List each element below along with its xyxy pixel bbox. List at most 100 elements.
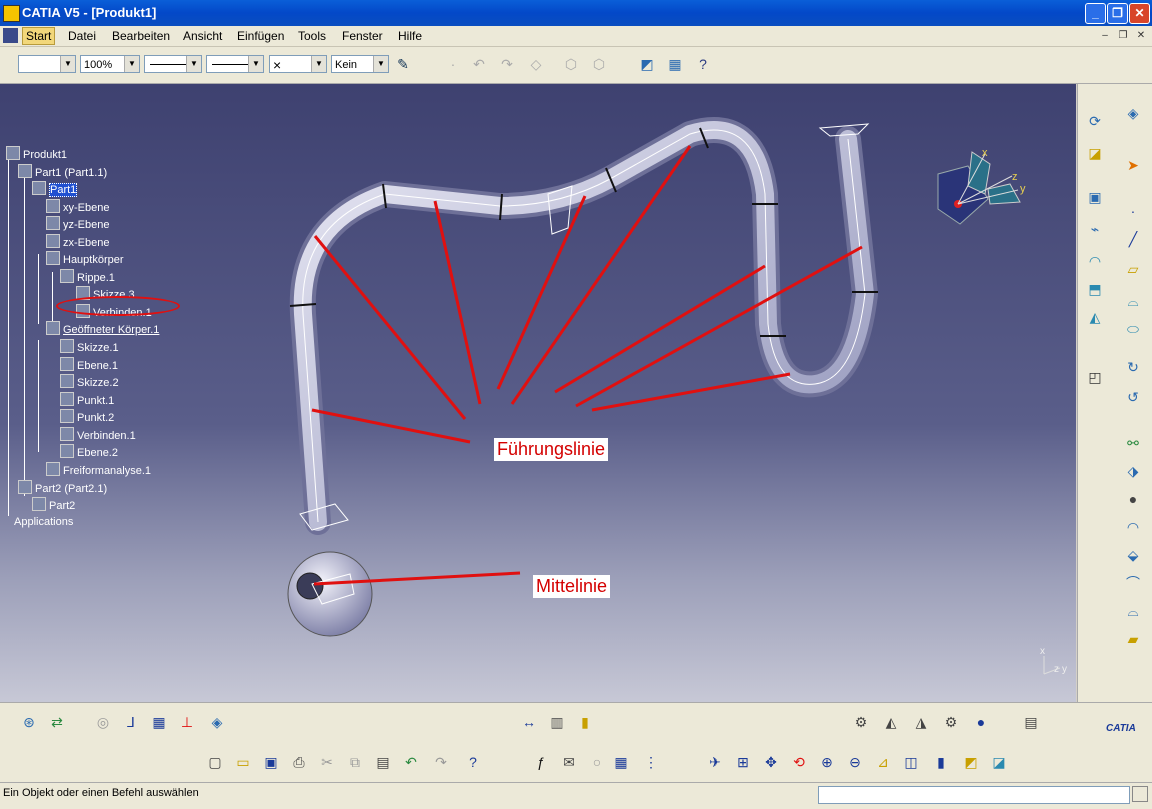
- tree-item-skizze1[interactable]: Skizze.1: [60, 339, 119, 354]
- extrude-icon[interactable]: ⬒: [1086, 280, 1104, 298]
- sphere-icon[interactable]: ●: [1124, 490, 1142, 508]
- rotate-view-icon[interactable]: ⟲: [790, 753, 808, 771]
- table-icon[interactable]: ▦: [612, 753, 630, 771]
- translate-icon[interactable]: ⬙: [1124, 546, 1142, 564]
- tree-toggle-icon[interactable]: ▦: [666, 55, 684, 73]
- cut-tool-icon[interactable]: ⊛: [20, 713, 38, 731]
- update-icon[interactable]: ⇄: [48, 713, 66, 731]
- tree-item-hauptkoerper[interactable]: Hauptkörper: [46, 251, 124, 266]
- line-thickness-combo[interactable]: ▼: [144, 55, 202, 73]
- swap-space-icon[interactable]: ◪: [990, 753, 1008, 771]
- tree-item-part2-instance[interactable]: Part2 (Part2.1): [18, 480, 107, 495]
- tree-item-zx-plane[interactable]: zx-Ebene: [46, 234, 109, 249]
- rotate-icon[interactable]: ⌒: [1124, 574, 1142, 592]
- fly-icon[interactable]: ✈: [706, 753, 724, 771]
- material-icon[interactable]: ◮: [912, 713, 930, 731]
- line-type-combo[interactable]: ▼: [206, 55, 264, 73]
- hide-show-icon[interactable]: ◩: [962, 753, 980, 771]
- transparency-combo[interactable]: 100% ▼: [80, 55, 140, 73]
- menu-tools[interactable]: Tools: [298, 29, 326, 43]
- scaling-icon[interactable]: ▰: [1124, 630, 1142, 648]
- zoom-in-icon[interactable]: ⊕: [818, 753, 836, 771]
- zoom-out-icon[interactable]: ⊖: [846, 753, 864, 771]
- undo-icon[interactable]: ↶: [402, 753, 420, 771]
- fillet-icon[interactable]: ◠: [1124, 518, 1142, 536]
- snap-icon[interactable]: ⊥: [178, 713, 196, 731]
- undo-arc-icon[interactable]: ↶: [470, 55, 488, 73]
- tree-item-ebene1[interactable]: Ebene.1: [60, 357, 118, 372]
- tree-item-skizze2[interactable]: Skizze.2: [60, 374, 119, 389]
- line-tool-icon[interactable]: ╱: [1124, 230, 1142, 248]
- menu-start[interactable]: Start: [22, 27, 56, 45]
- measure-item-icon[interactable]: ▥: [548, 713, 566, 731]
- law-icon[interactable]: ⌁: [1086, 220, 1104, 238]
- tree-item-xy-plane[interactable]: xy-Ebene: [46, 199, 109, 214]
- circle-tool-icon[interactable]: ◠: [1086, 252, 1104, 270]
- tree-item-part2[interactable]: Part2: [32, 497, 75, 512]
- grid-icon[interactable]: ▦: [150, 713, 168, 731]
- point-icon[interactable]: ·: [444, 55, 462, 73]
- repetition-icon[interactable]: ⟳: [1086, 112, 1104, 130]
- axis-system-icon[interactable]: ▣: [1086, 188, 1104, 206]
- sweep-icon[interactable]: ⌓: [1124, 292, 1142, 310]
- command-button[interactable]: [1132, 786, 1148, 802]
- formula-icon[interactable]: ƒ: [532, 753, 550, 771]
- menu-bearbeiten[interactable]: Bearbeiten: [112, 29, 170, 43]
- paste-icon[interactable]: ▤: [374, 753, 392, 771]
- render-icon[interactable]: ⚙: [852, 713, 870, 731]
- sketcher-icon[interactable]: ◪: [1086, 144, 1104, 162]
- tree-item-rippe[interactable]: Rippe.1: [60, 269, 115, 284]
- tree-item-verbinden1[interactable]: Verbinden.1: [60, 427, 136, 442]
- color-combo[interactable]: ▼: [18, 55, 76, 73]
- mdi-restore-button[interactable]: ❐: [1116, 30, 1130, 42]
- point-symbol-combo[interactable]: × ▼: [269, 55, 327, 73]
- axis-icon[interactable]: ⅃: [122, 713, 140, 731]
- plane-tool-icon[interactable]: ▱: [1124, 260, 1142, 278]
- new-file-icon[interactable]: ▢: [206, 753, 224, 771]
- ball-icon[interactable]: ●: [972, 713, 990, 731]
- fill-icon[interactable]: ◭: [1086, 308, 1104, 326]
- copy-icon[interactable]: ⧉: [346, 753, 364, 771]
- pan-icon[interactable]: ✥: [762, 753, 780, 771]
- 3d-viewport[interactable]: x z y x z y Führungslinie Mittelinie Pro…: [0, 84, 1076, 702]
- cut-icon[interactable]: ✂: [318, 753, 336, 771]
- whats-this-icon[interactable]: ?: [694, 55, 712, 73]
- eraser-icon[interactable]: ◇: [527, 55, 545, 73]
- mdi-minimize-button[interactable]: –: [1098, 30, 1112, 42]
- extract-icon[interactable]: ◈: [1124, 104, 1142, 122]
- point-tool-icon[interactable]: ·: [1124, 202, 1142, 220]
- part-icon[interactable]: ⬡: [562, 55, 580, 73]
- tree-item-punkt2[interactable]: Punkt.2: [60, 409, 114, 424]
- minimize-button[interactable]: _: [1085, 3, 1106, 24]
- loft-icon[interactable]: ⬭: [1124, 320, 1142, 338]
- close-button[interactable]: ✕: [1129, 3, 1150, 24]
- tree-item-punkt1[interactable]: Punkt.1: [60, 392, 114, 407]
- view-cube-icon[interactable]: ◫: [902, 753, 920, 771]
- shading-icon[interactable]: ◭: [882, 713, 900, 731]
- tree-item-yz-plane[interactable]: yz-Ebene: [46, 216, 109, 231]
- command-input[interactable]: [818, 786, 1130, 804]
- offset-icon[interactable]: ↻: [1124, 358, 1142, 376]
- open-folder-icon[interactable]: ▭: [234, 753, 252, 771]
- document-icon[interactable]: [3, 28, 18, 43]
- tree-icon[interactable]: ⋮: [642, 753, 660, 771]
- join-tool-icon[interactable]: ⬗: [1124, 462, 1142, 480]
- help-icon[interactable]: ?: [464, 753, 482, 771]
- tree-item-produkt1[interactable]: Produkt1: [6, 146, 67, 161]
- select-arrow-icon[interactable]: ➤: [1124, 156, 1142, 174]
- measure-inertia-icon[interactable]: ▮: [576, 713, 594, 731]
- measure-between-icon[interactable]: ↔: [520, 713, 538, 731]
- settings-icon[interactable]: ⚙: [942, 713, 960, 731]
- spline-icon[interactable]: ↺: [1124, 388, 1142, 406]
- tree-item-ebene2[interactable]: Ebene.2: [60, 444, 118, 459]
- layer-combo[interactable]: Kein ▼: [331, 55, 389, 73]
- menu-einfuegen[interactable]: Einfügen: [237, 29, 284, 43]
- maximize-button[interactable]: ❐: [1107, 3, 1128, 24]
- symmetry-icon[interactable]: ⌓: [1124, 602, 1142, 620]
- tree-item-applications[interactable]: Applications: [14, 515, 73, 530]
- menu-fenster[interactable]: Fenster: [342, 29, 383, 43]
- menu-datei[interactable]: Datei: [68, 29, 96, 43]
- tree-item-part1[interactable]: Part1: [32, 181, 78, 197]
- save-icon[interactable]: ▣: [262, 753, 280, 771]
- fit-all-icon[interactable]: ⊞: [734, 753, 752, 771]
